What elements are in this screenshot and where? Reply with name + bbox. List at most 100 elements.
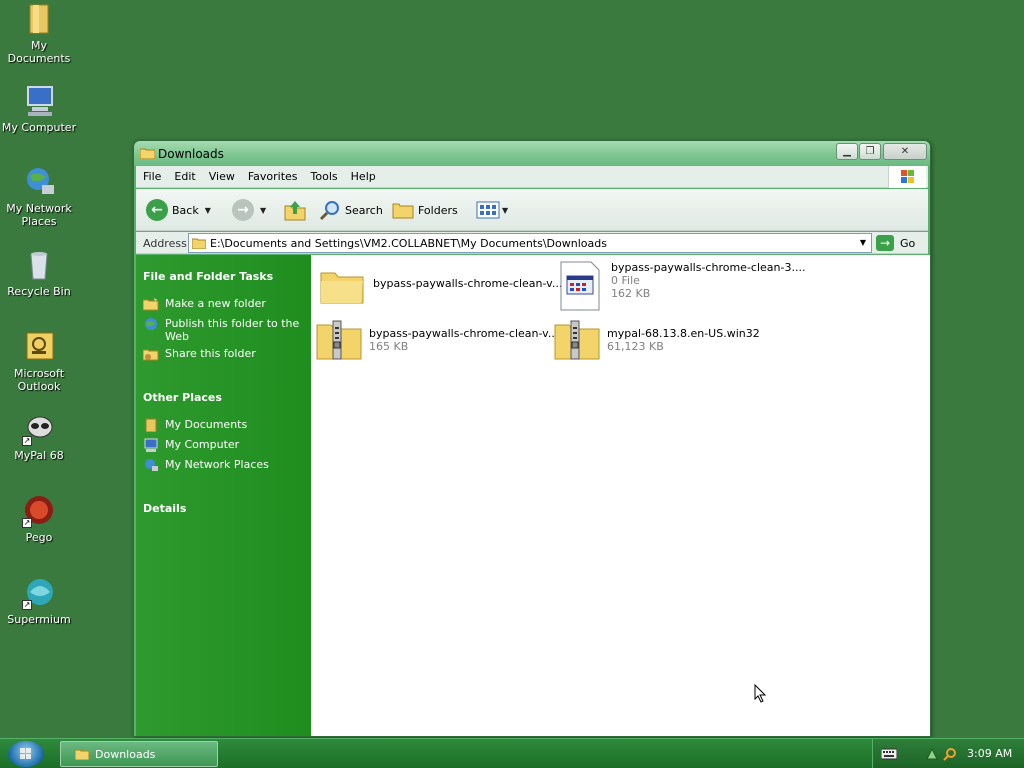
search-icon (319, 201, 339, 221)
desktop-label: Microsoft Outlook (13, 367, 65, 393)
go-label: Go (900, 236, 916, 250)
views-button[interactable]: ▼ (476, 197, 508, 223)
windows-logo-icon (888, 166, 926, 188)
folder-icon (192, 238, 206, 249)
file-item[interactable]: bypass-paywalls-chrome-clean-3.... 0 Fil… (557, 261, 805, 311)
shortcut-arrow-icon: ↗ (22, 436, 32, 446)
share-folder-link[interactable]: Share this folder (143, 347, 256, 361)
desktop-icon-my-computer[interactable]: My Computer (1, 84, 77, 134)
toolbar: ← Back ▼ → ▼ Search Folders ▼ (136, 189, 928, 231)
network-tray-icon[interactable] (925, 747, 939, 761)
file-size: 61,123 KB (607, 340, 664, 353)
menu-edit[interactable]: Edit (167, 166, 201, 183)
forward-button[interactable]: → ▼ (232, 197, 266, 223)
details-heading[interactable]: Details (143, 502, 186, 515)
desktop-label: MyPal 68 (14, 449, 64, 462)
my-computer-icon (22, 84, 56, 118)
back-button[interactable]: ← Back ▼ (146, 197, 211, 223)
desktop-icon-recycle-bin[interactable]: Recycle Bin (1, 248, 77, 298)
go-arrow-icon: → (876, 235, 894, 251)
other-label: My Computer (165, 438, 240, 451)
new-folder-icon (143, 297, 159, 311)
folders-button[interactable]: Folders (392, 197, 458, 223)
folders-label: Folders (418, 203, 458, 217)
menu-favorites[interactable]: Favorites (241, 166, 304, 183)
other-label: My Network Places (165, 458, 269, 471)
back-label: Back (172, 203, 199, 217)
search-button[interactable]: Search (319, 197, 383, 223)
file-folder-tasks-heading[interactable]: File and Folder Tasks (143, 270, 273, 283)
title-bar[interactable]: Downloads ▁ ❐ ✕ (134, 141, 930, 166)
desktop-icon-mypal[interactable]: ↗ MyPal 68 (1, 412, 77, 462)
menu-tools[interactable]: Tools (304, 166, 344, 183)
file-list[interactable]: bypass-paywalls-chrome-clean-v... bypass… (311, 255, 930, 736)
my-computer-icon (144, 438, 158, 452)
address-value: E:\Documents and Settings\VM2.COLLABNET\… (210, 237, 607, 250)
chevron-down-icon[interactable]: ▼ (855, 234, 871, 252)
file-name: mypal-68.13.8.en-US.win32 (607, 327, 760, 340)
file-item[interactable]: bypass-paywalls-chrome-clean-v... (319, 263, 562, 309)
chevron-down-icon[interactable]: ▼ (260, 206, 266, 215)
taskbar: Downloads 3:09 AM (0, 738, 1024, 768)
address-input[interactable]: E:\Documents and Settings\VM2.COLLABNET\… (188, 233, 872, 253)
folder-icon (75, 749, 89, 760)
other-place-my-documents[interactable]: My Documents (143, 418, 247, 432)
taskbar-button-downloads[interactable]: Downloads (60, 741, 218, 767)
views-icon (476, 201, 500, 219)
desktop-icon-outlook[interactable]: Microsoft Outlook (1, 330, 77, 393)
network-places-icon (22, 165, 56, 199)
menu-help[interactable]: Help (344, 166, 382, 183)
menu-file[interactable]: File (136, 166, 167, 183)
desktop-icon-pego[interactable]: ↗ Pego (1, 494, 77, 544)
desktop-label: Recycle Bin (7, 285, 71, 298)
my-documents-icon (145, 418, 157, 432)
pego-icon: ↗ (22, 494, 56, 528)
desktop-icon-supermium[interactable]: ↗ Supermium (1, 576, 77, 626)
desktop-label: Supermium (7, 613, 71, 626)
file-item[interactable]: mypal-68.13.8.en-US.win32 61,123 KB (553, 317, 760, 363)
outlook-icon (22, 330, 56, 364)
shortcut-arrow-icon: ↗ (22, 518, 32, 528)
minimize-button[interactable]: ▁ (836, 143, 858, 160)
other-label: My Documents (165, 418, 248, 431)
other-place-network-places[interactable]: My Network Places (143, 458, 269, 472)
recycle-bin-icon (22, 248, 56, 282)
mouse-cursor-icon (754, 684, 767, 703)
network-places-icon (145, 459, 158, 471)
file-item[interactable]: bypass-paywalls-chrome-clean-v... 165 KB (315, 317, 558, 363)
search-label: Search (345, 203, 383, 217)
make-new-folder-link[interactable]: Make a new folder (143, 297, 266, 311)
chevron-down-icon[interactable]: ▼ (205, 206, 211, 215)
up-folder-button[interactable] (284, 197, 306, 223)
clock[interactable]: 3:09 AM (967, 747, 1012, 760)
my-documents-icon (22, 2, 56, 36)
desktop-label: My Computer (1, 121, 77, 134)
system-tray: 3:09 AM (872, 739, 1024, 768)
start-button[interactable] (8, 741, 44, 767)
maximize-button[interactable]: ❐ (859, 143, 881, 160)
folder-icon (140, 148, 155, 159)
task-pane: File and Folder Tasks Make a new folder … (136, 255, 311, 736)
menu-bar: File Edit View Favorites Tools Help (136, 166, 928, 188)
other-place-my-computer[interactable]: My Computer (143, 438, 239, 452)
chevron-down-icon[interactable]: ▼ (502, 206, 508, 215)
go-button[interactable]: → Go (876, 233, 915, 253)
desktop-icon-my-documents[interactable]: My Documents (1, 2, 77, 65)
publish-folder-link[interactable]: Publish this folder to the Web (143, 317, 299, 343)
supermium-icon: ↗ (22, 576, 56, 610)
other-places-heading[interactable]: Other Places (143, 391, 222, 404)
zip-folder-icon (315, 317, 363, 363)
desktop-icon-network-places[interactable]: My Network Places (1, 165, 77, 228)
address-bar: Address E:\Documents and Settings\VM2.CO… (136, 232, 928, 254)
desktop-label: Pego (25, 531, 53, 544)
windows-logo-icon (20, 748, 31, 759)
back-arrow-icon: ← (146, 199, 168, 221)
menu-view[interactable]: View (202, 166, 241, 183)
close-button[interactable]: ✕ (883, 143, 927, 160)
zip-folder-icon (553, 317, 601, 363)
generic-file-icon (557, 261, 605, 311)
folder-icon (319, 263, 367, 309)
keyboard-icon[interactable] (881, 748, 897, 760)
search-tray-icon[interactable] (943, 747, 957, 761)
file-size: 165 KB (369, 340, 409, 353)
